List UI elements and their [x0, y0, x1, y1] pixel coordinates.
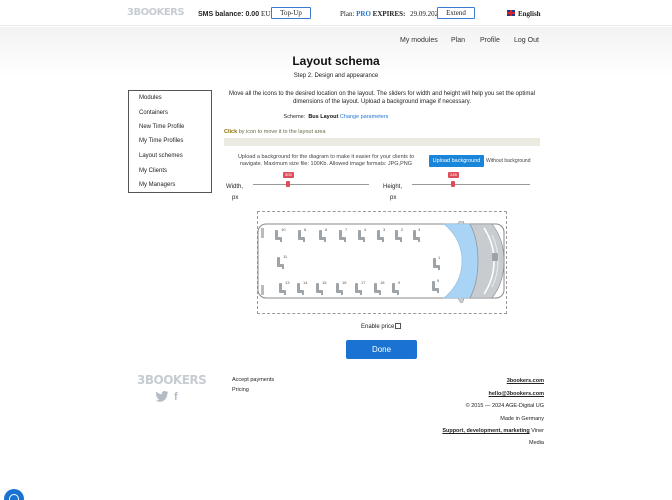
top-bar: 3BOOKERS SMS balance: 0.00 EUR Top-Up Pl…	[0, 0, 672, 26]
seat-number: 18	[380, 280, 385, 285]
sidebar: Modules Containers New Time Profile My T…	[128, 90, 212, 193]
seat-number: 14	[303, 280, 308, 285]
plan-info: Plan: PRO EXPIRES: 29.09.2025	[340, 10, 442, 18]
height-slider-handle[interactable]	[451, 181, 455, 187]
enable-price-label: Enable price	[361, 324, 395, 330]
twitter-icon[interactable]	[155, 391, 169, 402]
layout-description: Move all the icons to the desired locati…	[228, 91, 536, 105]
expires-label: EXPIRES:	[372, 10, 406, 18]
change-parameters-link[interactable]: Change parameters	[340, 114, 389, 120]
enable-price-checkbox[interactable]	[395, 323, 402, 329]
nav-band	[0, 27, 672, 77]
sidebar-item-layout-schemes[interactable]: Layout schemes	[139, 153, 183, 159]
uk-flag-icon	[507, 10, 515, 16]
icon-tray[interactable]	[224, 138, 540, 146]
width-slider-track[interactable]	[253, 184, 369, 185]
logo[interactable]: 3BOOKERS	[127, 7, 185, 18]
footer-site-link[interactable]: 3bookers.com	[507, 378, 544, 384]
footer-copyright: © 2015 — 2024 AGE-Digital UG	[465, 403, 544, 409]
height-label: Height,	[383, 184, 403, 190]
page-title: Layout schema	[292, 54, 380, 68]
seat-number: 1	[438, 255, 441, 260]
hint-click: Click	[224, 129, 238, 135]
width-unit: px	[232, 195, 239, 201]
width-slider-handle[interactable]	[286, 181, 290, 187]
seat-number: 2	[401, 227, 404, 232]
seat-number: 11	[283, 254, 288, 259]
accessibility-icon[interactable]	[4, 489, 24, 500]
done-button[interactable]: Done	[346, 340, 417, 359]
sms-balance-value: 0.00	[245, 11, 260, 18]
seat-number: 3	[418, 227, 421, 232]
nav-profile[interactable]: Profile	[480, 37, 500, 44]
footer-link-pricing[interactable]: Pricing	[232, 387, 249, 393]
footer-support-by: Viner	[531, 428, 544, 434]
nav-plan[interactable]: Plan	[451, 37, 465, 44]
footer-link-accept-payments[interactable]: Accept payments	[232, 377, 274, 383]
enable-price-row: Enable price	[361, 323, 402, 330]
plan-name: PRO	[356, 10, 371, 18]
sms-balance-label: SMS balance:	[198, 11, 244, 18]
seat-number: 8	[304, 227, 307, 232]
nav-logout[interactable]: Log Out	[514, 37, 539, 44]
footer-support-by-line2: Media	[529, 440, 544, 446]
scheme-label: Scheme:	[283, 114, 306, 120]
footer-support: Support, development, marketing Viner	[442, 428, 544, 434]
seat-number: 13	[285, 280, 290, 285]
sms-balance: SMS balance: 0.00 EUR	[198, 10, 275, 18]
footer-support-link[interactable]: Support, development, marketing	[442, 428, 529, 434]
height-slider-track[interactable]	[412, 184, 530, 185]
sidebar-item-my-managers[interactable]: My Managers	[139, 182, 175, 188]
scheme-name: Bus Layout	[308, 114, 339, 120]
height-unit: px	[390, 195, 397, 201]
scheme-line: Scheme: Bus Layout Change parameters	[0, 114, 672, 120]
seat-number: 15	[322, 280, 327, 285]
footer-logo[interactable]: 3BOOKERS	[137, 373, 207, 387]
language-selector[interactable]: English	[518, 10, 541, 18]
sidebar-item-my-clients[interactable]: My Clients	[139, 168, 167, 174]
seat-number: 3	[383, 227, 386, 232]
move-hint: Click by icon to move it to the layout a…	[224, 129, 326, 135]
hint-text: by icon to move it to the layout area	[238, 129, 326, 135]
sidebar-item-modules[interactable]: Modules	[139, 95, 162, 101]
seat-number: 6	[325, 227, 328, 232]
plan-label: Plan:	[340, 10, 355, 18]
width-slider-value: 500	[283, 172, 294, 178]
seat-number: 9	[398, 280, 401, 285]
height-slider-value: 245	[448, 172, 459, 178]
sidebar-item-new-time-profile[interactable]: New Time Profile	[139, 124, 184, 130]
footer-email-link[interactable]: hello@3bookers.com	[489, 391, 545, 397]
topup-button[interactable]: Top-Up	[271, 7, 311, 19]
footer-made-in: Made in Germany	[500, 416, 544, 422]
facebook-icon[interactable]: f	[174, 391, 178, 403]
upload-instructions: Upload a background for the diagram to m…	[237, 154, 415, 167]
seat-number: 16	[342, 280, 347, 285]
page-step: Step 2. Design and appearance	[293, 73, 379, 79]
upload-background-button[interactable]: Upload background	[429, 155, 484, 167]
seat-number: 4	[364, 227, 367, 232]
nav-my-modules[interactable]: My modules	[400, 37, 438, 44]
sidebar-item-my-time-profiles[interactable]: My Time Profiles	[139, 138, 183, 144]
width-label: Width,	[226, 184, 244, 190]
without-background-option[interactable]: Without background	[486, 158, 530, 164]
extend-button[interactable]: Extend	[437, 7, 475, 19]
seat-number: 17	[361, 280, 366, 285]
seat-number: 9	[437, 278, 440, 283]
seat-number: 7	[345, 227, 348, 232]
seat-number: 10	[281, 227, 286, 232]
